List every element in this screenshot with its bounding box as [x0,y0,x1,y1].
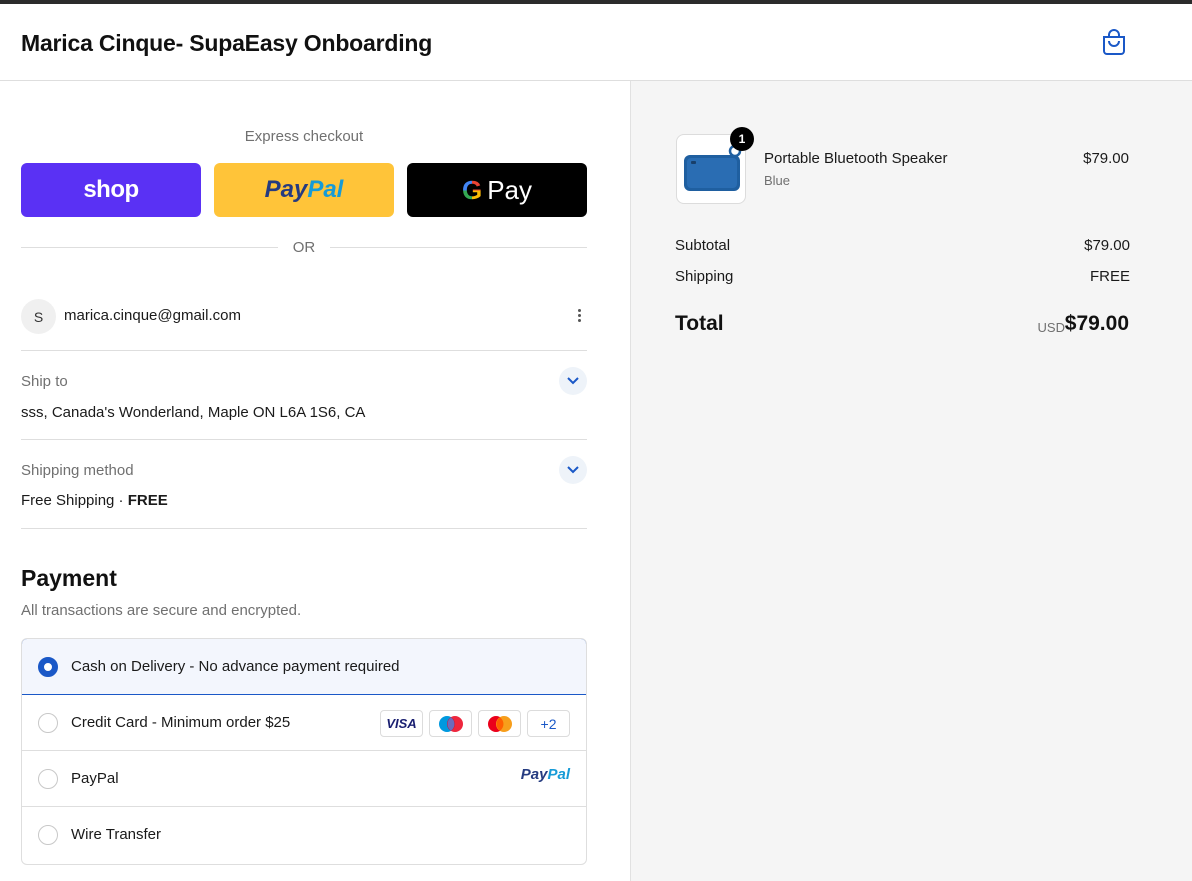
total-currency: USD [1037,320,1065,335]
payment-options: Cash on Delivery - No advance payment re… [21,638,587,865]
quantity-badge: 1 [730,127,754,151]
mastercard-icon [478,710,521,737]
store-title[interactable]: Marica Cinque- SupaEasy Onboarding [21,30,432,57]
chevron-down-icon[interactable] [559,367,587,395]
ship-to-section: Ship to sss, Canada's Wonderland, Maple … [21,351,587,440]
payment-subtitle: All transactions are secure and encrypte… [21,602,302,619]
payment-option-label: Cash on Delivery - No advance payment re… [71,658,400,675]
ship-to-label: Ship to [21,373,68,390]
or-divider-right [330,247,587,248]
radio-button[interactable] [38,825,58,845]
shipping-method-name: Free Shipping · [21,492,128,509]
shop-pay-logo: shop [83,176,139,203]
order-summary: 1 Portable Bluetooth Speaker Blue $79.00… [630,81,1192,881]
shipping-label: Shipping [675,268,734,285]
checkout-header: Marica Cinque- SupaEasy Onboarding [0,4,1192,81]
paypal-express-button[interactable]: Pay Pal [214,163,394,217]
chevron-down-icon[interactable] [559,456,587,484]
express-checkout-label: Express checkout [244,128,364,145]
ship-to-address: sss, Canada's Wonderland, Maple ON L6A 1… [21,404,366,421]
or-divider-label: OR [292,239,316,256]
more-cards-badge: +2 [527,710,570,737]
google-pay-label: Pay [487,174,533,205]
total-label: Total [675,312,724,335]
payment-option-label: Wire Transfer [71,826,162,843]
shipping-row: Shipping FREE [675,268,1130,285]
payment-option-cod[interactable]: Cash on Delivery - No advance payment re… [22,639,586,695]
shop-pay-button[interactable]: shop [21,163,201,217]
radio-button[interactable] [38,713,58,733]
radio-button[interactable] [38,769,58,789]
account-email: marica.cinque@gmail.com [64,307,241,324]
or-divider-left [21,247,278,248]
paypal-logo-part1: Pay [264,176,308,203]
subtotal-row: Subtotal $79.00 [675,237,1130,254]
payment-option-credit-card[interactable]: Credit Card - Minimum order $25 VISA +2 [22,695,586,751]
paypal-logo-part2: Pal [307,176,344,203]
payment-title: Payment [21,565,117,591]
shipping-method-value: Free Shipping · FREE [21,492,168,509]
payment-option-paypal[interactable]: PayPal PayPal [22,751,586,807]
more-options-icon[interactable] [575,307,583,327]
product-name: Portable Bluetooth Speaker [764,150,948,167]
payment-option-label: PayPal [71,770,119,787]
shopping-bag-icon[interactable] [1101,28,1127,56]
checkout-main: Express checkout shop Pay Pal G Pay OR S … [0,81,630,881]
product-variant: Blue [764,173,791,188]
card-brands: VISA +2 [380,710,570,737]
paypal-logo-part1: Pay [520,766,548,783]
paypal-logo: PayPal [521,766,570,783]
shipping-value: FREE [1089,268,1130,285]
shipping-method-label: Shipping method [21,462,134,479]
account-row: S marica.cinque@gmail.com [21,299,587,351]
visa-icon: VISA [380,710,423,737]
shipping-method-section: Shipping method Free Shipping · FREE [21,440,587,529]
google-g-icon: G [461,174,483,205]
total-value: $79.00 [1064,312,1129,335]
radio-button[interactable] [38,657,58,677]
maestro-icon [429,710,472,737]
avatar: S [21,299,56,334]
payment-option-label: Credit Card - Minimum order $25 [71,714,291,731]
paypal-logo-part2: Pal [547,766,570,783]
google-pay-button[interactable]: G Pay [407,163,587,217]
product-price: $79.00 [1083,150,1129,167]
shipping-method-price: FREE [127,492,168,509]
subtotal-value: $79.00 [1084,237,1130,254]
payment-option-wire-transfer[interactable]: Wire Transfer [22,807,586,863]
subtotal-label: Subtotal [675,237,731,254]
